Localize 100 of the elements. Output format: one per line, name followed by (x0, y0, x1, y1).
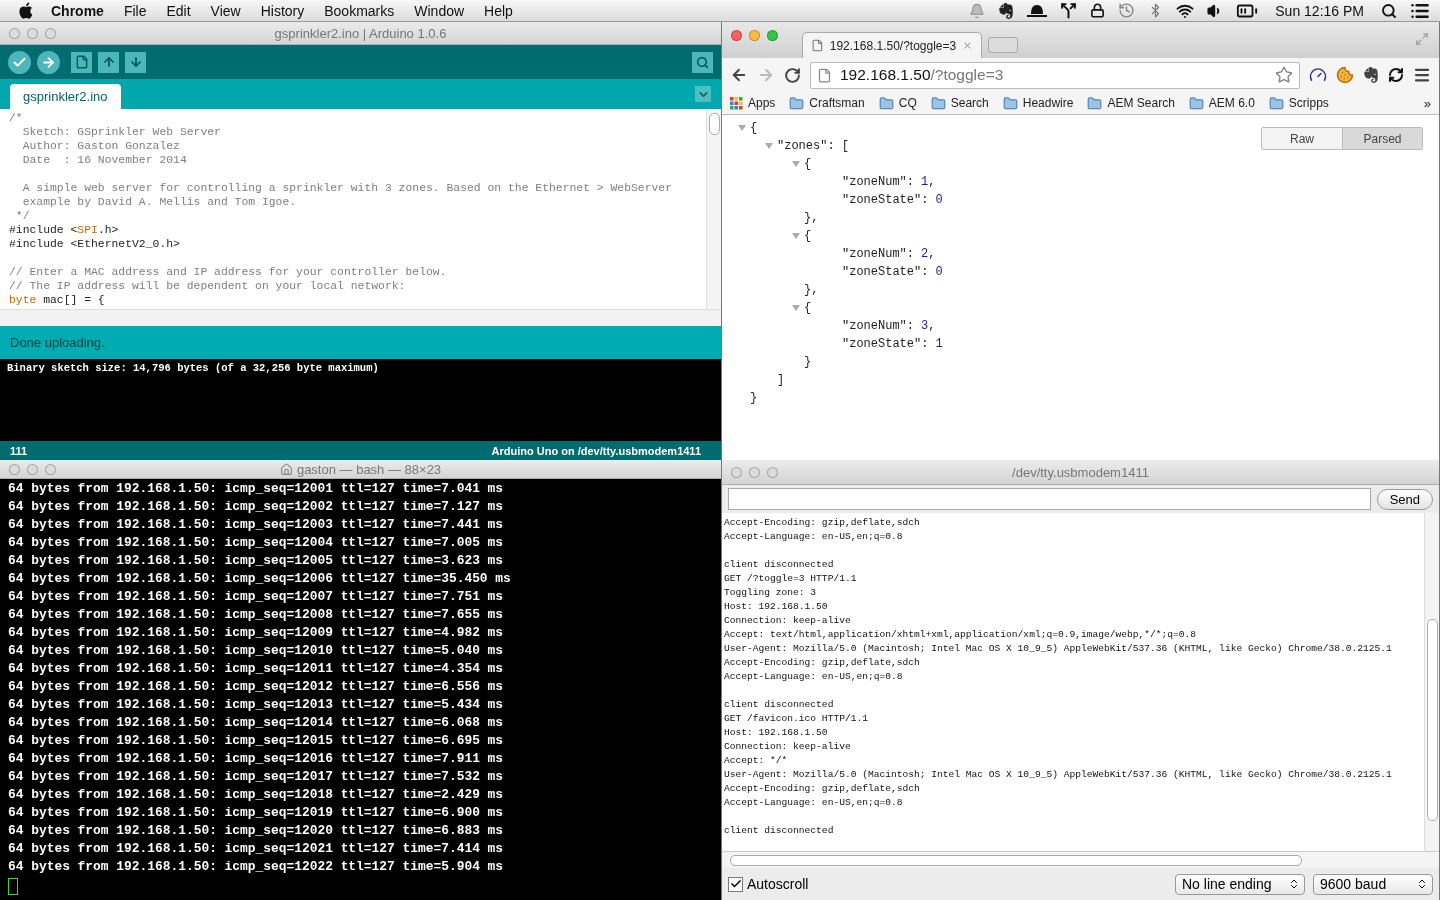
stepper-icon (1416, 878, 1428, 890)
horizontal-scrollbar[interactable] (722, 851, 1439, 868)
lock-icon[interactable] (1090, 3, 1106, 18)
browser-tab[interactable]: 192.168.1.50/?toggle=3 (802, 32, 982, 58)
toggle-icon[interactable] (792, 304, 800, 312)
toggle-icon[interactable] (792, 232, 800, 240)
serial-line: client disconnected (724, 558, 835, 572)
menu-item[interactable]: History (250, 2, 315, 19)
toggle-icon[interactable] (792, 160, 800, 168)
view-mode-tab[interactable]: Raw (1262, 128, 1342, 149)
json-value: 2 (921, 247, 929, 261)
menu-item[interactable]: Edit (156, 2, 201, 19)
serial-line: Accept-Language: en-US,en;q=0.8 (724, 670, 904, 684)
folder-icon (878, 95, 894, 111)
window-title: gsprinkler2.ino | Arduino 1.0.6 (274, 25, 447, 41)
menu-item[interactable]: Help (474, 2, 523, 19)
sync-icon[interactable] (1388, 67, 1404, 83)
terminal-line: 64 bytes from 192.168.1.50: icmp_seq=12007 ttl=127 time=7.751 ms (8, 588, 505, 606)
bookmark[interactable]: Search (930, 95, 989, 111)
code-editor[interactable] (0, 109, 721, 309)
serial-line: Connection: keep-alive (724, 614, 852, 628)
cookie-icon[interactable] (1336, 66, 1354, 84)
serial-line: client disconnected (724, 698, 835, 712)
send-field[interactable] (728, 488, 1371, 510)
bell-icon[interactable] (969, 2, 986, 19)
reload-button[interactable] (784, 66, 801, 84)
scrollbar[interactable] (706, 109, 721, 309)
toggle-icon[interactable] (738, 124, 746, 132)
forward-arrow-icon (757, 66, 775, 84)
split-arrows-icon[interactable] (1060, 2, 1078, 19)
json-bracket: }, (804, 283, 819, 297)
hat-icon[interactable] (1027, 3, 1048, 18)
app-menu[interactable]: Chrome (41, 2, 114, 19)
console-line: Binary sketch size: 14,796 bytes (of a 32,256 byte maximum) (7, 362, 380, 374)
terminal-line: 64 bytes from 192.168.1.50: icmp_seq=12006 ttl=127 time=35.450 ms (8, 570, 512, 588)
serial-line: Accept: text/html,application/xhtml+xml,application/xml;q=0.9,image/webp,*/*;q=0.8 (724, 628, 1198, 642)
bookmark[interactable]: Craftsman (789, 95, 865, 111)
fullscreen-icon[interactable] (1415, 32, 1429, 46)
close-icon[interactable] (962, 40, 973, 51)
serial-line: Accept-Encoding: gzip,deflate,sdch (724, 782, 921, 796)
scrollbar[interactable] (1424, 513, 1439, 851)
terminal-line: 64 bytes from 192.168.1.50: icmp_seq=12021 ttl=127 time=7.414 ms (8, 840, 505, 858)
code-line: example by David A. Mellis and Tom Igoe. (21, 195, 298, 209)
json-key: "zoneState": (842, 265, 929, 279)
serial-line: GET /favicon.ico HTTP/1.1 (724, 712, 869, 726)
bookmark[interactable]: AEM Search (1087, 95, 1175, 111)
serial-line: Host: 192.168.1.50 (724, 600, 829, 614)
baud-rate-select[interactable]: 9600 baud (1313, 873, 1433, 895)
url-text: 192.168.1.50/?toggle=3 (840, 66, 1005, 84)
bookmark[interactable]: Scripps (1268, 95, 1329, 111)
json-key: "zoneNum": (842, 319, 914, 333)
line-ending-select[interactable]: No line ending (1175, 873, 1305, 895)
back-button[interactable] (730, 66, 748, 84)
json-bracket: ] (777, 373, 785, 387)
sketch-tab[interactable]: gsprinkler2.ino (10, 84, 121, 109)
verify-button[interactable] (8, 50, 31, 74)
folder-icon (1002, 95, 1018, 111)
code-line: // Enter a MAC address and IP address for your controller below. (9, 265, 448, 279)
clock-icon[interactable] (1118, 2, 1136, 19)
open-button[interactable] (98, 51, 119, 73)
page-icon (817, 67, 832, 83)
menu-icon[interactable] (1413, 66, 1431, 84)
serial-monitor-button[interactable] (692, 51, 713, 73)
menu-item[interactable]: View (200, 2, 251, 19)
code-line: // The IP address will be dependent on your local network: (9, 279, 407, 293)
terminal-line: 64 bytes from 192.168.1.50: icmp_seq=12003 ttl=127 time=7.441 ms (8, 516, 505, 534)
menu-item[interactable]: Window (404, 2, 475, 19)
checkbox[interactable] (728, 876, 743, 892)
send-button[interactable]: Send (1376, 488, 1433, 510)
magnifier-icon (696, 55, 709, 69)
gauge-icon[interactable] (1309, 66, 1327, 84)
terminal-line: 64 bytes from 192.168.1.50: icmp_seq=12014 ttl=127 time=6.068 ms (8, 714, 505, 732)
save-button[interactable] (125, 51, 146, 73)
apple-icon[interactable] (18, 2, 33, 19)
elephant-icon[interactable] (1363, 67, 1379, 83)
bookmark[interactable]: Headwire (1002, 95, 1074, 111)
upload-button[interactable] (37, 50, 60, 74)
tab-menu-button[interactable] (695, 86, 711, 102)
toggle-icon[interactable] (765, 142, 773, 150)
code-line: Sketch: GSprinkler Web Server (21, 125, 222, 139)
code-line: /* (9, 111, 24, 125)
menu-item[interactable]: Bookmarks (314, 2, 405, 19)
elephant-icon[interactable] (998, 2, 1015, 19)
status-message: Done uploading. (10, 335, 105, 350)
text-cursor (8, 878, 18, 895)
bookmark[interactable]: CQ (878, 95, 917, 111)
address-bar[interactable]: 192.168.1.50/?toggle=3 (810, 61, 1300, 89)
new-button[interactable] (71, 51, 92, 73)
more-bookmarks[interactable]: » (1423, 95, 1431, 111)
folder-icon (930, 95, 946, 111)
menu-item[interactable]: File (113, 2, 157, 19)
bookmark[interactable]: Apps (730, 96, 776, 110)
folder-icon (1268, 95, 1284, 111)
star-icon[interactable] (1275, 66, 1293, 84)
window-title: /dev/tty.usbmodem1411 (1012, 464, 1149, 480)
menu-clock[interactable]: Sun 12:16 PM (1275, 2, 1364, 19)
bookmark[interactable]: AEM 6.0 (1188, 95, 1255, 111)
search-icon[interactable] (1381, 2, 1397, 19)
view-mode-tab[interactable]: Parsed (1342, 128, 1422, 149)
line-number: 111 (10, 444, 28, 457)
